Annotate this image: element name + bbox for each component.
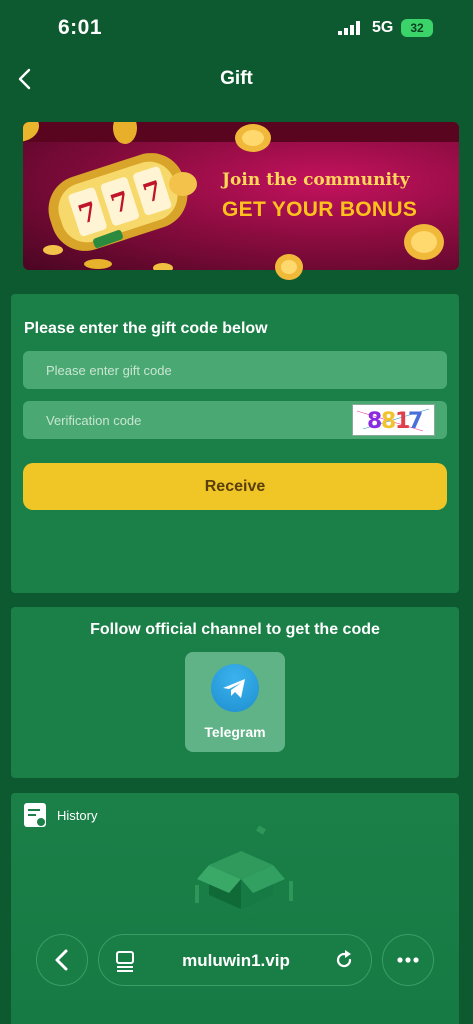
empty-box-icon <box>195 825 293 909</box>
chevron-left-icon <box>55 949 68 971</box>
banner-tagline: Join the community <box>222 170 410 190</box>
browser-toolbar: muluwin1.vip <box>0 930 473 1024</box>
network-type: 5G <box>372 19 394 36</box>
verification-code-field[interactable]: 8 8 1 7 <box>23 401 447 439</box>
banner-headline: GET YOUR BONUS <box>222 198 418 221</box>
gold-coin-icon <box>235 124 271 152</box>
follow-channel-card: Follow official channel to get the code … <box>11 607 459 778</box>
gift-code-input[interactable] <box>23 351 447 389</box>
follow-channel-text: Follow official channel to get the code <box>90 621 380 638</box>
more-dots-icon <box>397 957 419 963</box>
svg-text:7: 7 <box>408 409 423 434</box>
telegram-label: Telegram <box>204 724 266 740</box>
status-bar: 6:01 5G 32 <box>0 0 473 56</box>
page-title: Gift <box>220 68 253 89</box>
reload-icon[interactable] <box>333 949 355 971</box>
gift-code-prompt: Please enter the gift code below <box>24 320 268 337</box>
telegram-button[interactable]: Telegram <box>185 652 285 752</box>
history-label: History <box>57 808 98 823</box>
top-nav: Gift <box>0 56 473 104</box>
signal-icon <box>338 21 360 35</box>
gold-coin-icon <box>404 224 444 260</box>
browser-back-button[interactable] <box>36 934 88 986</box>
promo-banner[interactable]: 7 7 7 Join the community GET YOUR BONUS <box>23 122 459 270</box>
gold-coin-icon <box>275 254 303 280</box>
gift-code-field[interactable] <box>23 351 447 389</box>
address-bar[interactable]: muluwin1.vip <box>98 934 372 986</box>
battery-indicator: 32 <box>401 19 433 37</box>
clock: 6:01 <box>58 16 103 39</box>
history-icon <box>24 803 46 827</box>
more-options-button[interactable] <box>382 934 434 986</box>
gift-code-card: Please enter the gift code below 8 8 1 7… <box>11 294 459 593</box>
telegram-icon <box>211 664 259 712</box>
captcha-image[interactable]: 8 8 1 7 <box>352 404 435 436</box>
receive-button[interactable]: Receive <box>23 463 447 510</box>
url-text[interactable]: muluwin1.vip <box>99 951 373 971</box>
slot-machine-illustration: 7 7 7 <box>23 122 197 270</box>
